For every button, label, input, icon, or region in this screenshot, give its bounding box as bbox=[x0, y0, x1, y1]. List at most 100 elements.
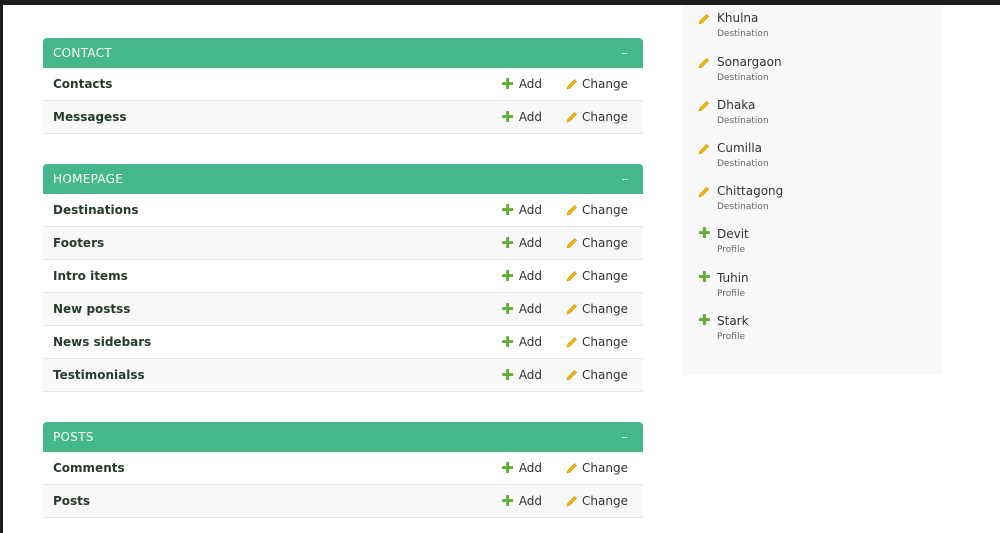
add-label: Add bbox=[518, 203, 543, 217]
plus-icon: ✚ bbox=[698, 224, 711, 242]
add-link[interactable]: ✚ Add bbox=[501, 202, 543, 218]
model-row-messagess: Messagess ✚ Add Change bbox=[43, 101, 643, 134]
recent-action-type: Profile bbox=[717, 332, 745, 342]
recent-action-item: ✚ Devit Profile bbox=[698, 224, 749, 256]
add-link[interactable]: ✚ Add bbox=[501, 332, 542, 351]
recent-action-item: Khulna Destination bbox=[698, 11, 769, 39]
collapse-toggle[interactable]: – bbox=[622, 172, 634, 187]
recent-action-type: Destination bbox=[717, 29, 769, 39]
plus-icon: ✚ bbox=[501, 266, 514, 285]
recent-action-link[interactable]: Khulna bbox=[717, 11, 769, 25]
model-link[interactable]: Destinations bbox=[53, 203, 501, 217]
recent-action-link[interactable]: Devit bbox=[717, 227, 749, 241]
change-label: Change bbox=[582, 368, 628, 382]
recent-action-type: Destination bbox=[717, 73, 769, 83]
add-link[interactable]: ✚ Add bbox=[501, 460, 543, 476]
recent-action-item: ✚ Stark Profile bbox=[698, 313, 749, 343]
collapse-toggle[interactable]: – bbox=[622, 430, 634, 445]
change-label: Change bbox=[582, 203, 628, 217]
change-link[interactable]: Change bbox=[566, 77, 628, 91]
model-list: Comments ✚ Add Change Posts ✚ Add Change bbox=[43, 452, 643, 518]
change-label: Change bbox=[582, 461, 628, 475]
module-posts: POSTS – Comments ✚ Add Change Posts ✚ Ad… bbox=[43, 422, 643, 518]
add-link[interactable]: ✚ Add bbox=[501, 365, 543, 384]
change-label: Change bbox=[582, 77, 628, 91]
model-link[interactable]: Comments bbox=[53, 461, 501, 475]
module-title: CONTACT bbox=[53, 46, 113, 60]
change-label: Change bbox=[582, 494, 628, 508]
change-link[interactable]: Change bbox=[566, 110, 628, 124]
change-label: Change bbox=[582, 110, 628, 124]
plus-icon: ✚ bbox=[501, 107, 514, 126]
pencil-icon bbox=[566, 270, 578, 282]
recent-action-item: ✚ Tuhin Profile bbox=[698, 270, 749, 300]
add-label: Add bbox=[518, 368, 543, 382]
recent-action-link[interactable]: Cumilla bbox=[717, 141, 769, 155]
add-link[interactable]: ✚ Add bbox=[501, 266, 543, 285]
recent-action-link[interactable]: Chittagong bbox=[717, 184, 783, 198]
change-link[interactable]: Change bbox=[566, 368, 628, 382]
model-row-contacts: Contacts ✚ Add Change bbox=[43, 68, 643, 101]
model-link[interactable]: New postss bbox=[53, 302, 501, 316]
pencil-icon bbox=[566, 336, 578, 348]
change-label: Change bbox=[582, 335, 628, 349]
pencil-icon bbox=[566, 111, 578, 123]
pencil-icon bbox=[698, 143, 710, 155]
module-title: POSTS bbox=[53, 430, 94, 444]
recent-action-type: Profile bbox=[717, 289, 745, 299]
add-label: Add bbox=[518, 77, 543, 91]
recent-actions-panel: Khulna Destination Sonargaon Destination… bbox=[683, 5, 943, 375]
module-header: POSTS – bbox=[43, 422, 643, 452]
model-link[interactable]: Posts bbox=[53, 494, 501, 508]
pencil-icon bbox=[566, 237, 578, 249]
module-title: HOMEPAGE bbox=[53, 172, 124, 186]
add-link[interactable]: ✚ Add bbox=[501, 235, 542, 251]
collapse-toggle[interactable]: – bbox=[622, 46, 634, 61]
model-list: Contacts ✚ Add Change Messagess ✚ Add Ch… bbox=[43, 68, 643, 134]
model-list: Destinations ✚ Add Change Footers ✚ Add … bbox=[43, 194, 643, 392]
change-link[interactable]: Change bbox=[566, 302, 628, 316]
recent-action-link[interactable]: Stark bbox=[717, 314, 749, 328]
model-row-news-sidebars: News sidebars ✚ Add Change bbox=[43, 326, 643, 359]
pencil-icon bbox=[698, 57, 710, 69]
recent-action-link[interactable]: Dhaka bbox=[717, 98, 769, 112]
module-header: CONTACT – bbox=[43, 38, 643, 68]
pencil-icon bbox=[566, 462, 578, 474]
change-link[interactable]: Change bbox=[566, 203, 628, 217]
recent-action-item: Cumilla Destination bbox=[698, 141, 769, 169]
add-label: Add bbox=[518, 269, 543, 283]
add-link[interactable]: ✚ Add bbox=[501, 107, 542, 126]
model-link[interactable]: News sidebars bbox=[53, 335, 501, 349]
recent-action-type: Destination bbox=[717, 116, 769, 126]
module-contact: CONTACT – Contacts ✚ Add Change Messages… bbox=[43, 38, 643, 134]
recent-action-link[interactable]: Sonargaon bbox=[717, 55, 782, 69]
change-link[interactable]: Change bbox=[566, 335, 628, 349]
change-link[interactable]: Change bbox=[566, 461, 628, 475]
model-row-footers: Footers ✚ Add Change bbox=[43, 227, 643, 260]
model-row-new-postss: New postss ✚ Add Change bbox=[43, 293, 643, 326]
recent-action-type: Destination bbox=[717, 202, 769, 212]
model-link[interactable]: Contacts bbox=[53, 77, 501, 91]
add-link[interactable]: ✚ Add bbox=[501, 76, 543, 92]
pencil-icon bbox=[698, 186, 710, 198]
model-link[interactable]: Footers bbox=[53, 236, 501, 250]
add-link[interactable]: ✚ Add bbox=[501, 493, 542, 509]
add-label: Add bbox=[518, 302, 543, 316]
change-link[interactable]: Change bbox=[566, 494, 628, 508]
pencil-icon bbox=[698, 100, 710, 112]
recent-action-item: Dhaka Destination bbox=[698, 98, 769, 126]
model-link[interactable]: Intro items bbox=[53, 269, 501, 283]
model-link[interactable]: Testimonialss bbox=[53, 368, 501, 382]
left-edge-bar bbox=[0, 0, 3, 533]
plus-icon: ✚ bbox=[501, 365, 514, 384]
add-label: Add bbox=[518, 461, 543, 475]
change-link[interactable]: Change bbox=[566, 269, 628, 283]
model-link[interactable]: Messagess bbox=[53, 110, 501, 124]
pencil-icon bbox=[566, 303, 578, 315]
add-link[interactable]: ✚ Add bbox=[501, 301, 543, 317]
recent-action-link[interactable]: Tuhin bbox=[717, 271, 749, 285]
plus-icon: ✚ bbox=[501, 332, 514, 351]
recent-action-item: Chittagong Destination bbox=[698, 184, 783, 212]
pencil-icon bbox=[698, 13, 710, 25]
change-link[interactable]: Change bbox=[566, 236, 628, 250]
